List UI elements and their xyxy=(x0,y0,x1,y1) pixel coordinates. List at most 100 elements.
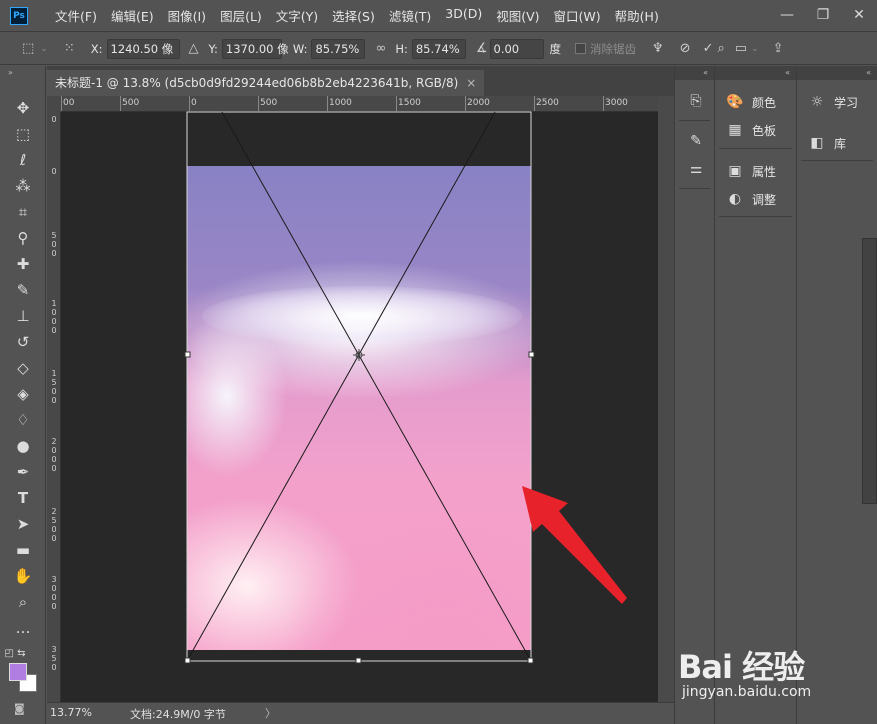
x-field[interactable]: 1240.50 像 xyxy=(106,38,180,59)
more-tools-icon[interactable]: … xyxy=(11,617,35,639)
minimize-icon[interactable]: — xyxy=(769,7,805,23)
baidu-watermark: Bai 经验 jingyan.baidu.com xyxy=(676,628,876,718)
panel-adjustments[interactable]: ◐ 调整 xyxy=(725,187,776,211)
menu-3d[interactable]: 3D(D) xyxy=(438,6,489,25)
reference-point-icon[interactable]: ⁙ xyxy=(64,41,75,56)
close-tab-icon[interactable]: × xyxy=(466,76,476,90)
zoom-icon[interactable]: ⌕ xyxy=(11,591,35,613)
panel-learn[interactable]: ☼ 学习 xyxy=(807,90,858,114)
ruler-tick: 0 xyxy=(51,446,57,455)
floating-panel-edge[interactable] xyxy=(862,238,877,504)
cancel-transform-icon[interactable]: ⊘ xyxy=(680,41,691,56)
ruler-tick: 0 xyxy=(51,308,57,317)
ruler-tick: 5 xyxy=(51,231,57,240)
menu-select[interactable]: 选择(S) xyxy=(325,6,382,25)
ruler-tick: 1 xyxy=(51,299,57,308)
panel-swatches[interactable]: ▦ 色板 xyxy=(725,118,776,142)
horizontal-ruler[interactable]: 00 500 0 500 1000 1500 2000 2500 3000 xyxy=(61,96,658,112)
rectangle-icon[interactable]: ▬ xyxy=(11,539,35,561)
workspace-icon[interactable]: ▭ xyxy=(735,41,747,56)
panel-color[interactable]: 🎨 颜色 xyxy=(725,90,776,114)
commit-transform-icon[interactable]: ✓ xyxy=(703,41,714,56)
menu-filter[interactable]: 滤镜(T) xyxy=(382,6,438,25)
chevron-down-icon[interactable]: ⌄ xyxy=(40,44,48,54)
brush-settings-icon[interactable]: ✎ xyxy=(685,130,707,152)
photoshop-logo: Ps xyxy=(10,6,28,25)
properties-icon: ▣ xyxy=(728,163,742,179)
ruler-tick: 0 xyxy=(51,317,57,326)
status-menu-arrow[interactable]: 〉 xyxy=(265,705,276,721)
width-field[interactable]: 85.75% xyxy=(311,38,366,59)
ruler-tick: 00 xyxy=(63,98,75,108)
menu-file[interactable]: 文件(F) xyxy=(48,6,104,25)
tools-panel: » ✥ ⬚ ℓ ⁂ ⌗ ⚲ ✚ ✎ ⊥ ↺ ◇ ◈ ♢ ● ✒ T ➤ ▬ ✋ … xyxy=(0,66,46,724)
menu-help[interactable]: 帮助(H) xyxy=(608,6,666,25)
relative-position-icon[interactable]: △ xyxy=(189,41,199,56)
ruler-origin[interactable] xyxy=(47,96,61,112)
height-field[interactable]: 85.74% xyxy=(411,38,466,59)
healing-brush-icon[interactable]: ✚ xyxy=(11,253,35,275)
ruler-tick: 2500 xyxy=(536,98,559,108)
eraser-icon[interactable]: ◇ xyxy=(11,357,35,379)
share-icon[interactable]: ⇪ xyxy=(773,41,784,56)
search-icon[interactable]: ⌕ xyxy=(717,41,724,56)
warp-icon[interactable]: ♆ xyxy=(652,41,664,56)
y-field[interactable]: 1370.00 像 xyxy=(221,38,289,59)
link-icon[interactable]: ∞ xyxy=(375,41,386,56)
ruler-tick: 0 xyxy=(51,534,57,543)
menu-view[interactable]: 视图(V) xyxy=(489,6,546,25)
move-icon[interactable]: ✥ xyxy=(11,97,35,119)
vertical-scrollbar[interactable] xyxy=(658,96,674,702)
ruler-tick: 0 xyxy=(51,602,57,611)
collapse-icon[interactable]: « xyxy=(797,66,877,80)
vertical-ruler[interactable]: 0 0 5 0 0 1 0 0 0 1 5 0 0 2 0 0 0 2 5 0 … xyxy=(47,112,61,702)
collapse-toolbar-icon[interactable]: » xyxy=(0,66,45,80)
antialias-checkbox[interactable] xyxy=(575,43,586,54)
swap-colors-icon[interactable]: ◰ ⇆ xyxy=(3,643,27,665)
cloud xyxy=(202,286,522,346)
quick-mask-icon[interactable]: ◙ xyxy=(14,702,25,715)
path-selection-icon[interactable]: ➤ xyxy=(11,513,35,535)
marquee-icon[interactable]: ⬚ xyxy=(11,123,35,145)
clone-stamp-icon[interactable]: ⊥ xyxy=(11,305,35,327)
ruler-tick: 500 xyxy=(260,98,278,108)
panel-properties[interactable]: ▣ 属性 xyxy=(725,159,776,183)
collapse-icon[interactable]: « xyxy=(715,66,796,80)
blur-icon[interactable]: ♢ xyxy=(11,409,35,431)
window-controls: — ❐ ✕ xyxy=(769,0,877,30)
h-label: H: xyxy=(395,41,408,56)
transform-tool-icon[interactable]: ⬚ xyxy=(22,41,34,56)
angle-field[interactable]: 0.00 xyxy=(489,38,544,59)
magic-wand-icon[interactable]: ⁂ xyxy=(11,175,35,197)
baidu-logo: Bai 经验 xyxy=(678,648,805,686)
eyedropper-icon[interactable]: ⚲ xyxy=(11,227,35,249)
menu-window[interactable]: 窗口(W) xyxy=(547,6,608,25)
history-brush-icon[interactable]: ↺ xyxy=(11,331,35,353)
dodge-icon[interactable]: ● xyxy=(11,435,35,457)
panel-libraries[interactable]: ◧ 库 xyxy=(807,131,846,155)
collapse-panels-icon[interactable]: « xyxy=(675,66,714,80)
workspace-chevron-icon[interactable]: ⌄ xyxy=(751,44,759,54)
document-tab[interactable]: 未标题-1 @ 13.8% (d5cb0d9fd29244ed06b8b2eb4… xyxy=(47,70,485,96)
menu-type[interactable]: 文字(Y) xyxy=(269,6,325,25)
brush-icon[interactable]: ✎ xyxy=(11,279,35,301)
history-panel-icon[interactable]: ⎘ xyxy=(685,90,707,112)
menu-layer[interactable]: 图层(L) xyxy=(213,6,269,25)
crop-icon[interactable]: ⌗ xyxy=(11,201,35,223)
hand-icon[interactable]: ✋ xyxy=(11,565,35,587)
lasso-icon[interactable]: ℓ xyxy=(11,149,35,171)
adjust-sliders-icon[interactable]: ⚌ xyxy=(685,158,707,180)
pen-icon[interactable]: ✒ xyxy=(11,461,35,483)
sky-image-layer[interactable] xyxy=(187,166,531,650)
restore-icon[interactable]: ❐ xyxy=(805,7,841,23)
menu-edit[interactable]: 编辑(E) xyxy=(104,6,161,25)
zoom-level[interactable]: 13.77% xyxy=(50,706,92,719)
foreground-color-swatch[interactable] xyxy=(9,663,27,681)
panel-label: 调整 xyxy=(752,192,777,207)
close-icon[interactable]: ✕ xyxy=(841,7,877,23)
ruler-tick: 0 xyxy=(51,240,57,249)
menu-image[interactable]: 图像(I) xyxy=(161,6,213,25)
paint-bucket-icon[interactable]: ◈ xyxy=(11,383,35,405)
type-icon[interactable]: T xyxy=(11,487,35,509)
ruler-tick: 3 xyxy=(51,645,57,654)
